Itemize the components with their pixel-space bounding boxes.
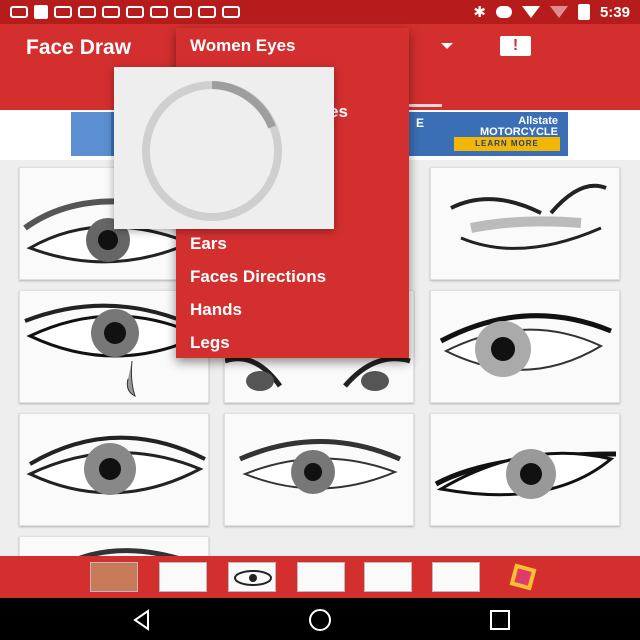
grid-item[interactable] [430,290,620,403]
menu-item-legs[interactable]: Legs [190,333,230,353]
app-title: Face Draw [26,36,132,59]
lashes-eye-drawing [439,313,612,377]
recents-icon[interactable] [488,608,512,632]
category-strip [0,556,640,598]
bluetooth-icon: ✱ [473,4,486,21]
home-icon[interactable] [308,608,332,632]
message-icon [10,6,28,18]
grid-item[interactable] [224,413,414,526]
menu-item-faces-directions[interactable]: Faces Directions [190,267,326,287]
figure-thumb[interactable] [297,562,345,592]
face-thumb[interactable] [364,562,412,592]
voicemail-icon [126,6,144,18]
do-not-disturb-icon [495,6,512,18]
report-icon[interactable]: ! [500,36,531,56]
navigation-bar [0,598,640,640]
ad-letters: E [416,116,425,130]
menu-item-hands[interactable]: Hands [190,300,242,320]
spinner-icon [142,81,282,221]
facebook-icon [34,5,48,19]
almond-eye-drawing [434,449,617,499]
grid-item[interactable] [19,413,209,526]
voicemail-icon [54,6,72,18]
wifi-icon [521,6,540,18]
tab-indicator [408,104,442,107]
battery-charging-icon [577,4,590,20]
app-logo-icon[interactable] [500,562,548,592]
loading-dialog [114,67,334,229]
status-time: 5:39 [599,3,630,21]
girl-thumb[interactable] [432,562,480,592]
wide-eye-drawing [26,435,206,495]
eye-thumb[interactable] [228,562,276,592]
ad-brand: Allstate MOTORCYCLE [480,116,558,138]
soft-eye-drawing [238,439,402,494]
app-screen: ✱ 5:39 Face Draw ! E Allstate MOTORCYCLE… [0,0,640,640]
menu-item-ears[interactable]: Ears [190,234,227,254]
hair-thumb[interactable] [159,562,207,592]
app-logo-icon [509,563,537,591]
menu-item-women-eyes[interactable]: Women Eyes [190,36,296,56]
voicemail-icon [102,6,120,18]
back-icon[interactable] [130,608,154,632]
voicemail-icon [150,6,168,18]
grid-item[interactable] [430,413,620,526]
grid-item[interactable] [430,167,620,280]
voicemail-icon [222,6,240,18]
no-signal-icon [549,6,568,18]
system-icons: ✱ 5:39 [473,3,630,22]
voicemail-icon [198,6,216,18]
status-bar: ✱ 5:39 [0,0,640,24]
voicemail-icon [78,6,96,18]
arrow-drop-down-icon[interactable] [441,43,453,49]
eye-icon [234,570,272,586]
voicemail-icon [174,6,192,18]
closed-eye-drawing [450,183,607,250]
notification-icons [10,5,240,19]
learn-more-button[interactable]: LEARN MORE [454,137,560,151]
eyes-thumb[interactable] [90,562,138,592]
ad-image [71,112,111,156]
